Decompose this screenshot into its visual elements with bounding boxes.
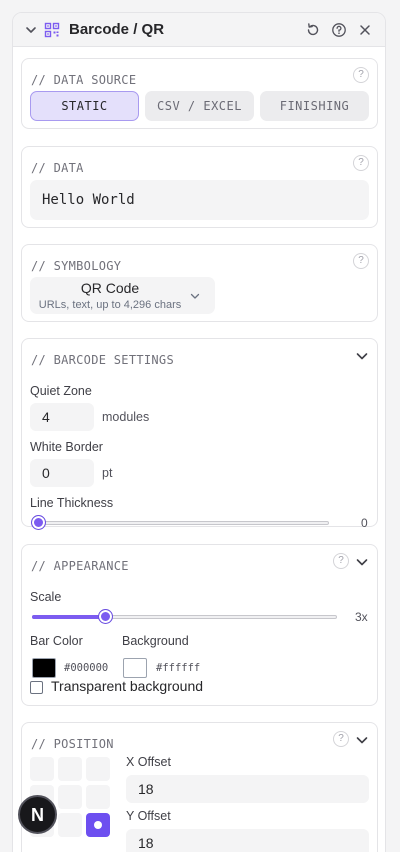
anchor-bottom-center[interactable]: [58, 813, 82, 837]
source-static-button[interactable]: STATIC: [30, 91, 139, 121]
data-source-section: // DATA SOURCE ? STATIC CSV / EXCEL FINI…: [21, 58, 378, 129]
y-offset-input[interactable]: 18: [126, 829, 369, 852]
chevron-down-icon[interactable]: [355, 555, 369, 569]
anchor-top-right[interactable]: [86, 757, 110, 781]
source-finishing-button[interactable]: FINISHING: [260, 91, 369, 121]
barcode-qr-panel: Barcode / QR // DATA SOURCE ? STATIC CSV…: [12, 12, 386, 852]
help-icon[interactable]: ?: [333, 553, 349, 569]
qr-code-icon: [44, 22, 60, 38]
anchor-top-left[interactable]: [30, 757, 54, 781]
scale-slider-thumb[interactable]: [98, 609, 114, 624]
transparent-background-checkbox[interactable]: [30, 681, 43, 694]
line-thickness-slider-track[interactable]: [32, 521, 329, 525]
symbology-select[interactable]: QR Code URLs, text, up to 4,296 chars: [30, 277, 215, 314]
panel-header: Barcode / QR: [13, 13, 385, 47]
line-thickness-value: 0: [361, 516, 368, 530]
help-icon[interactable]: ?: [353, 155, 369, 171]
section-title: // BARCODE SETTINGS: [31, 353, 174, 367]
help-icon[interactable]: ?: [353, 253, 369, 269]
quiet-zone-unit: modules: [102, 410, 150, 424]
chevron-down-icon[interactable]: [23, 22, 39, 38]
help-icon[interactable]: ?: [333, 731, 349, 747]
x-offset-label: X Offset: [126, 755, 171, 769]
position-section: // POSITION ? X Offset 18 Y Offset 18: [21, 722, 378, 852]
help-icon[interactable]: [330, 21, 348, 39]
chevron-down-icon[interactable]: [355, 349, 369, 363]
white-border-label: White Border: [30, 440, 103, 454]
line-thickness-label: Line Thickness: [30, 496, 114, 510]
white-border-unit: pt: [102, 466, 113, 480]
anchor-middle-right[interactable]: [86, 785, 110, 809]
help-icon[interactable]: ?: [353, 67, 369, 83]
bar-color-swatch[interactable]: [32, 658, 56, 678]
anchor-bottom-right[interactable]: [86, 813, 110, 837]
quiet-zone-label: Quiet Zone: [30, 384, 92, 398]
floating-n-button[interactable]: N: [18, 795, 57, 834]
barcode-settings-section: // BARCODE SETTINGS Quiet Zone 4 modules…: [21, 338, 378, 530]
close-icon[interactable]: [356, 21, 374, 39]
symbology-description: URLs, text, up to 4,296 chars: [38, 299, 182, 311]
panel-title: Barcode / QR: [69, 21, 165, 38]
anchor-top-center[interactable]: [58, 757, 82, 781]
background-color-hex: #ffffff: [156, 662, 201, 674]
section-title: // POSITION: [31, 737, 114, 751]
symbology-value: QR Code: [80, 280, 140, 296]
background-label: Background: [122, 634, 189, 648]
section-title: // SYMBOLOGY: [31, 259, 122, 273]
scale-value: 3x: [355, 610, 368, 624]
background-color-swatch[interactable]: [123, 658, 147, 678]
bar-color-label: Bar Color: [30, 634, 83, 648]
appearance-section: // APPEARANCE ? Scale 3x Bar Color #0000…: [21, 544, 378, 706]
fab-letter: N: [31, 805, 44, 825]
scale-slider-fill: [32, 615, 106, 619]
symbology-section: // SYMBOLOGY ? QR Code URLs, text, up to…: [21, 244, 378, 322]
white-border-input[interactable]: 0: [30, 459, 94, 487]
source-csv-button[interactable]: CSV / EXCEL: [145, 91, 254, 121]
section-title: // DATA SOURCE: [31, 73, 137, 87]
section-title: // APPEARANCE: [31, 559, 129, 573]
line-thickness-slider-thumb[interactable]: [31, 515, 46, 530]
reset-icon[interactable]: [304, 21, 322, 39]
data-input[interactable]: Hello World: [30, 180, 369, 220]
data-section: // DATA ? Hello World: [21, 146, 378, 228]
anchor-middle-center[interactable]: [58, 785, 82, 809]
bar-color-hex: #000000: [64, 662, 109, 674]
quiet-zone-input[interactable]: 4: [30, 403, 94, 431]
x-offset-input[interactable]: 18: [126, 775, 369, 803]
section-title: // DATA: [31, 161, 84, 175]
y-offset-label: Y Offset: [126, 809, 171, 823]
chevron-down-icon[interactable]: [355, 733, 369, 747]
transparent-background-label[interactable]: Transparent background: [51, 678, 203, 694]
chevron-down-icon: [190, 293, 200, 299]
scale-label: Scale: [30, 590, 62, 604]
